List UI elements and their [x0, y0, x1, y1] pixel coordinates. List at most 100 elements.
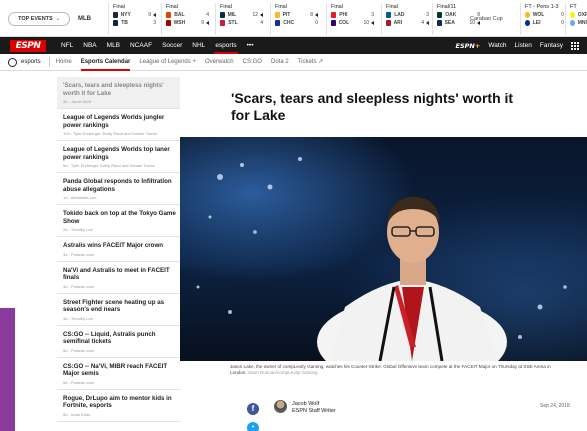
- sidebar-story[interactable]: Tokido back on top at the Tokyo Game Sho…: [57, 205, 180, 237]
- team-logo-icon: [113, 20, 119, 26]
- game-score[interactable]: FT - Pens 1-3 WOL 0 LEI 0: [520, 3, 564, 35]
- espn-plus-logo[interactable]: ESPN+: [456, 42, 481, 50]
- main-nav: ESPN NFL NBA MLB NCAAF Soccer NHL esports ••• E…: [0, 37, 587, 54]
- team-abbr: MNC: [577, 20, 587, 26]
- game-status: Final: [386, 4, 398, 10]
- author-avatar[interactable]: [274, 400, 287, 413]
- winner-arrow-icon: [426, 21, 429, 25]
- subnav-item-dota-2[interactable]: Dota 2: [271, 54, 289, 71]
- nav-link-soccer[interactable]: Soccer: [157, 37, 187, 54]
- subnav-item-tickets[interactable]: Tickets ↗: [298, 54, 323, 71]
- team-row: OXF: [570, 11, 587, 19]
- espn-plus-wordmark: ESPN: [455, 41, 475, 50]
- team-score: 0: [315, 20, 318, 26]
- top-events-dropdown[interactable]: TOP EVENTS ⌄: [8, 12, 70, 26]
- winner-arrow-icon: [315, 13, 318, 17]
- subnav-item-cs-go[interactable]: CS:GO: [243, 54, 262, 71]
- nav-link-fantasy[interactable]: Fantasy: [540, 42, 563, 49]
- facebook-share-icon[interactable]: f: [247, 403, 259, 415]
- twitter-share-icon[interactable]: •: [247, 422, 259, 431]
- nav-more-icon[interactable]: •••: [242, 37, 259, 54]
- team-score: 12: [252, 12, 258, 18]
- team-row: ARI 4: [386, 19, 429, 27]
- event-label[interactable]: Carabao Cup: [470, 16, 503, 22]
- side-decoration: [0, 308, 15, 431]
- winner-arrow-icon: [153, 13, 156, 17]
- sidebar-story[interactable]: League of Legends Worlds top laner power…: [57, 141, 180, 173]
- team-row: STL 4: [220, 19, 263, 27]
- story-headline: CS:GO -- Liquid, Astralis punch semifina…: [63, 330, 156, 346]
- team-row: MIL 12: [220, 11, 263, 19]
- nav-link-ncaaf[interactable]: NCAAF: [125, 37, 157, 54]
- story-headline: Panda Global responds to Infiltration ab…: [63, 178, 172, 193]
- subnav-item-home[interactable]: Home: [56, 54, 72, 71]
- game-status: Final: [113, 4, 125, 10]
- game-score[interactable]: Final LAD 3 ARI 4: [381, 3, 429, 35]
- apps-grid-icon[interactable]: [571, 41, 579, 50]
- story-meta: 4d - Timothy Lee: [63, 315, 93, 321]
- publish-date: Sep 24, 2018: [540, 403, 570, 409]
- game-score[interactable]: Final PIT 8 CHC 0: [270, 3, 318, 35]
- nav-link-watch[interactable]: Watch: [488, 42, 506, 49]
- game-score[interactable]: Final PHI 3 COL 10: [326, 3, 374, 35]
- game-score[interactable]: FTOXF MNC: [565, 3, 587, 35]
- subnav-item-overwatch[interactable]: Overwatch: [205, 54, 234, 71]
- team-logo-icon: [331, 12, 337, 18]
- team-abbr: BAL: [174, 12, 185, 18]
- chevron-down-icon: ⌄: [55, 16, 60, 22]
- sidebar-story[interactable]: 'Scars, tears and sleepless nights' wort…: [57, 77, 180, 109]
- team-abbr: MIL: [227, 12, 237, 18]
- team-score: 9: [148, 12, 151, 18]
- nav-link-nba[interactable]: NBA: [78, 37, 101, 54]
- sidebar-story[interactable]: Rogue, DrLupo aim to mentor kids in Fort…: [57, 390, 180, 422]
- sub-nav: esports Home Esports Calendar League of Le…: [0, 54, 587, 71]
- sidebar-story[interactable]: League of Legends Worlds jungler power r…: [57, 109, 180, 141]
- nav-link-esports[interactable]: esports: [210, 37, 241, 54]
- game-status: Final: [275, 4, 287, 10]
- subnav-item-esports-calendar[interactable]: Esports Calendar: [80, 54, 130, 71]
- team-abbr: PIT: [282, 12, 291, 18]
- winner-arrow-icon: [260, 13, 263, 17]
- nav-link-nhl[interactable]: NHL: [187, 37, 210, 54]
- nav-link-listen[interactable]: Listen: [515, 42, 532, 49]
- game-score[interactable]: Final BAL 4 WSH 9: [161, 3, 209, 35]
- article-photo[interactable]: [180, 137, 587, 361]
- author-name[interactable]: Jacob Wolf: [292, 401, 319, 407]
- story-meta: 5d - Tyler Erzberger, Emily Rand and Xan…: [63, 163, 155, 168]
- team-logo-icon: [275, 12, 280, 18]
- sidebar-story[interactable]: Street Fighter scene heating up as seaso…: [57, 294, 180, 326]
- team-logo-icon: [386, 20, 391, 26]
- story-headline: Rogue, DrLupo aim to mentor kids in Fort…: [63, 394, 172, 410]
- team-logo-icon: [166, 12, 172, 18]
- story-headline: League of Legends Worlds jungler power r…: [63, 114, 165, 129]
- game-score[interactable]: Final NYY 9 TB 3: [108, 3, 156, 35]
- subnav-item-league-of-legends[interactable]: League of Legends +: [139, 54, 196, 71]
- esports-icon: [8, 57, 17, 67]
- story-headline: CS:GO -- Na'Vi, MIBR reach FACEIT Major …: [63, 362, 168, 378]
- game-score[interactable]: Final MIL 12 STL 4: [215, 3, 263, 35]
- team-abbr: TB: [121, 20, 128, 26]
- nav-link-nfl[interactable]: NFL: [56, 37, 78, 54]
- sidebar-story[interactable]: Astralis wins FACEIT Major crown 3d - Pol…: [57, 237, 180, 262]
- nav-right: ESPN+ Watch Listen Fantasy: [456, 37, 579, 54]
- team-row: COL 10: [331, 19, 374, 27]
- nav-link-mlb[interactable]: MLB: [102, 37, 125, 54]
- top-events-label: TOP EVENTS: [18, 16, 53, 22]
- sidebar-story[interactable]: Panda Global responds to Infiltration ab…: [57, 173, 180, 205]
- team-logo-icon: [525, 12, 530, 18]
- team-score: 3: [371, 12, 374, 18]
- game-status: FT: [570, 4, 577, 10]
- team-abbr: ARI: [393, 20, 403, 26]
- team-logo-icon: [386, 12, 392, 18]
- article-headline: 'Scars, tears and sleepless nights' wort…: [231, 90, 514, 123]
- espn-logo[interactable]: ESPN: [10, 39, 46, 52]
- team-logo-icon: [166, 20, 171, 26]
- caption-credit: Sean Duncan/compLexity Gaming: [247, 370, 318, 376]
- sidebar-story[interactable]: CS:GO -- Na'Vi, MIBR reach FACEIT Major …: [57, 358, 180, 390]
- sidebar-story[interactable]: CS:GO -- Liquid, Astralis punch semifina…: [57, 326, 180, 358]
- team-logo-icon: [437, 12, 443, 18]
- sport-label[interactable]: esports: [21, 59, 41, 65]
- sidebar-story[interactable]: Na'Vi and Astralis to meet in FACEIT fin…: [57, 262, 180, 294]
- story-meta: 5d - Polsean.com: [63, 379, 95, 385]
- team-score: 3: [153, 20, 156, 26]
